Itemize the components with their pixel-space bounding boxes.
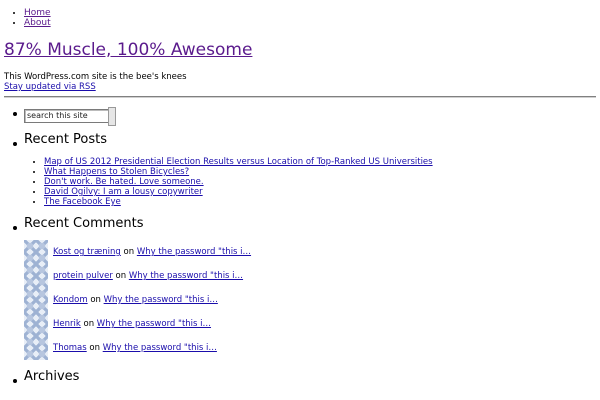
comment-row: Henrik on Why the password "this i… xyxy=(24,312,600,336)
comment-on-word: on xyxy=(83,319,95,329)
comment-author-link[interactable]: Henrik xyxy=(53,319,81,329)
comment-text: Thomas on Why the password "this i… xyxy=(53,343,217,353)
sidebar: Recent Posts Map of US 2012 Presidential… xyxy=(0,105,600,384)
comment-text: Henrik on Why the password "this i… xyxy=(53,319,211,329)
comment-post-link[interactable]: Why the password "this i… xyxy=(103,343,217,353)
comment-post-link[interactable]: Why the password "this i… xyxy=(129,271,243,281)
list-bullet xyxy=(13,226,17,230)
search-input[interactable] xyxy=(24,109,110,123)
archives-title: Archives xyxy=(24,369,80,384)
recent-comments-list: Kost og træning on Why the password "thi… xyxy=(24,240,600,360)
recent-comments-widget: Recent Comments Kost og træning on Why t… xyxy=(0,217,600,360)
nav-link-home[interactable]: Home xyxy=(24,8,51,18)
recent-posts-widget: Recent Posts Map of US 2012 Presidential… xyxy=(0,133,600,207)
top-navigation: Home About xyxy=(0,8,51,28)
comment-on-word: on xyxy=(115,271,127,281)
list-item: What Happens to Stolen Bicycles? xyxy=(44,167,600,177)
search-button[interactable] xyxy=(108,107,116,126)
comment-post-link[interactable]: Why the password "this i… xyxy=(97,319,211,329)
comment-post-link[interactable]: Why the password "this i… xyxy=(104,295,218,305)
list-item: The Facebook Eye xyxy=(44,197,600,207)
comment-author-link[interactable]: Thomas xyxy=(53,343,87,353)
widget-list: Recent Posts Map of US 2012 Presidential… xyxy=(0,105,600,384)
comment-row: protein pulver on Why the password "this… xyxy=(24,264,600,288)
comment-row: Kost og træning on Why the password "thi… xyxy=(24,240,600,264)
site-tagline: This WordPress.com site is the bee's kne… xyxy=(4,72,187,82)
archives-widget: Archives xyxy=(0,370,600,384)
comment-on-word: on xyxy=(89,343,100,353)
nav-link-about[interactable]: About xyxy=(24,18,51,28)
post-link[interactable]: What Happens to Stolen Bicycles? xyxy=(44,167,189,177)
nav-item-home: Home xyxy=(24,8,51,18)
avatar xyxy=(24,336,48,360)
comment-author-link[interactable]: protein pulver xyxy=(53,271,113,281)
site-title: 87% Muscle, 100% Awesome xyxy=(4,41,252,59)
rss-line: Stay updated via RSS xyxy=(4,82,96,92)
avatar xyxy=(24,288,48,312)
list-item: Map of US 2012 Presidential Election Res… xyxy=(44,157,600,167)
list-bullet xyxy=(13,112,17,116)
post-link[interactable]: David Ogilvy: I am a lousy copywriter xyxy=(44,187,203,197)
comment-author-link[interactable]: Kondom xyxy=(53,295,88,305)
recent-posts-title: Recent Posts xyxy=(24,132,108,147)
rss-link[interactable]: Stay updated via RSS xyxy=(4,82,96,92)
post-link[interactable]: Map of US 2012 Presidential Election Res… xyxy=(44,157,433,167)
comment-post-link[interactable]: Why the password "this i… xyxy=(137,247,251,257)
avatar xyxy=(24,264,48,288)
header-divider xyxy=(4,96,596,98)
avatar xyxy=(24,240,48,264)
nav-item-about: About xyxy=(24,18,51,28)
recent-posts-list: Map of US 2012 Presidential Election Res… xyxy=(24,157,600,207)
list-bullet xyxy=(13,142,17,146)
comment-text: protein pulver on Why the password "this… xyxy=(53,271,243,281)
comment-text: Kost og træning on Why the password "thi… xyxy=(53,247,251,257)
list-bullet xyxy=(13,379,17,383)
comment-row: Kondom on Why the password "this i… xyxy=(24,288,600,312)
site-title-link[interactable]: 87% Muscle, 100% Awesome xyxy=(4,40,252,60)
comment-row: Thomas on Why the password "this i… xyxy=(24,336,600,360)
list-item: Don't work. Be hated. Love someone. xyxy=(44,177,600,187)
avatar xyxy=(24,312,48,336)
search-widget xyxy=(0,105,600,126)
recent-comments-title: Recent Comments xyxy=(24,216,144,231)
comment-on-word: on xyxy=(90,295,101,305)
comment-on-word: on xyxy=(123,247,135,257)
post-link[interactable]: Don't work. Be hated. Love someone. xyxy=(44,177,204,187)
list-item: David Ogilvy: I am a lousy copywriter xyxy=(44,187,600,197)
post-link[interactable]: The Facebook Eye xyxy=(44,197,121,207)
comment-author-link[interactable]: Kost og træning xyxy=(53,247,121,257)
comment-text: Kondom on Why the password "this i… xyxy=(53,295,218,305)
